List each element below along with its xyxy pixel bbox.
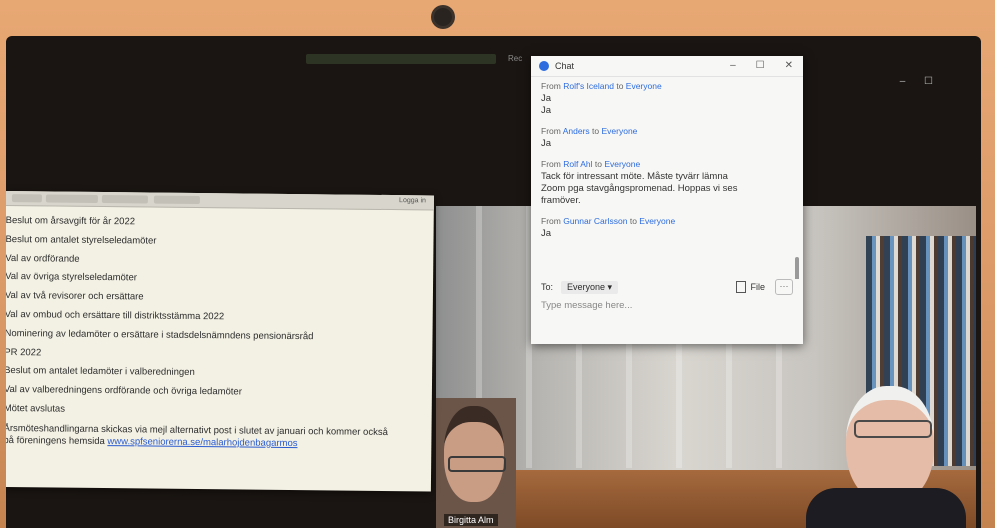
participant-body [806, 488, 966, 528]
doc-tab[interactable] [45, 194, 98, 203]
zoom-logo-icon [539, 61, 549, 71]
minimize-icon[interactable]: – [730, 60, 736, 71]
participant-video-main[interactable] [806, 376, 966, 528]
shared-document-window[interactable]: Logga in Beslut om årsavgift för år 2022… [6, 191, 434, 492]
website-link[interactable]: www.spfseniorerna.se/malarhojdenbagarmos [107, 436, 297, 449]
message-text: Tack för intressant möte. Måste tyvärr l… [541, 171, 728, 182]
chat-messages[interactable]: From Rolf's Iceland to Everyone Ja Ja Fr… [531, 77, 803, 279]
participant-name-label: Birgitta Alm [444, 514, 498, 526]
file-button[interactable]: File [736, 281, 765, 293]
sender-name: Anders [562, 126, 590, 136]
message-text: Ja [541, 93, 552, 104]
chat-recipient-row: To: Everyone ▾ File ··· [541, 279, 793, 295]
message-meta: From Rolf Ahl to Everyone [541, 159, 641, 169]
closing-text-prefix: på föreningens hemsida [6, 434, 108, 447]
chat-message: From Rolf Ahl to Everyone Tack för intre… [541, 159, 793, 207]
message-meta: From Gunnar Carlsson to Everyone [541, 216, 676, 226]
chat-message: From Gunnar Carlsson to Everyone Ja [541, 216, 793, 240]
participant-face [444, 406, 504, 502]
doc-tab[interactable] [11, 194, 42, 203]
window-controls[interactable]: – ☐ [900, 76, 941, 87]
message-meta: From Anders to Everyone [541, 126, 638, 136]
to-label: To: [541, 282, 554, 292]
sender-name: Gunnar Carlsson [563, 216, 628, 226]
chat-message: From Rolf's Iceland to Everyone Ja Ja [541, 81, 793, 117]
sender-name: Rolf Ahl [563, 159, 593, 169]
chat-scrollbar[interactable] [795, 257, 799, 279]
chat-message: From Anders to Everyone Ja [541, 126, 793, 150]
sender-name: Rolf's Iceland [563, 81, 614, 91]
more-options-button[interactable]: ··· [775, 279, 793, 295]
zoom-topbar-status [306, 54, 496, 64]
message-text: Ja [541, 228, 552, 239]
webcam-icon [434, 8, 452, 26]
file-label: File [750, 282, 765, 292]
chat-window[interactable]: Chat – ☐ ✕ From Rolf's Iceland to Everyo… [531, 56, 803, 344]
maximize-icon[interactable]: ☐ [756, 60, 765, 71]
recipient-name: Everyone [639, 216, 676, 226]
close-icon[interactable]: ✕ [785, 60, 793, 71]
agenda-line: Mötet avslutas [6, 402, 66, 415]
file-icon [736, 281, 747, 293]
recipient-name: Everyone [625, 81, 662, 91]
recipient-dropdown[interactable]: Everyone ▾ [561, 280, 619, 294]
glasses [854, 420, 932, 438]
message-text: Zoom pga stavgångspromenad. Hoppas vi se… [541, 183, 738, 194]
zoom-screen: Rec – ☐ Birgitta Alm Logga in Beslut om … [6, 36, 981, 528]
chat-message-input[interactable]: Type message here... [541, 300, 632, 311]
login-link[interactable]: Logga in [399, 197, 426, 204]
glasses [448, 456, 506, 472]
chat-titlebar: Chat – ☐ ✕ [531, 56, 803, 77]
participant-face [846, 386, 934, 504]
chat-title: Chat [555, 61, 575, 71]
zoom-topbar-extra: Rec [508, 54, 523, 63]
message-text: framöver. [541, 195, 581, 206]
message-meta: From Rolf's Iceland to Everyone [541, 81, 662, 91]
recipient-name: Everyone [601, 126, 638, 136]
doc-tab[interactable] [153, 195, 200, 205]
recipient-name: Everyone [604, 159, 641, 169]
message-text: Ja [541, 138, 552, 149]
message-text: Ja [541, 105, 552, 116]
doc-tab[interactable] [101, 195, 148, 204]
chat-window-controls: – ☐ ✕ [730, 60, 793, 71]
document-body: Beslut om årsavgift för år 2022 Beslut o… [6, 206, 434, 451]
participant-video-tile[interactable] [436, 398, 516, 528]
